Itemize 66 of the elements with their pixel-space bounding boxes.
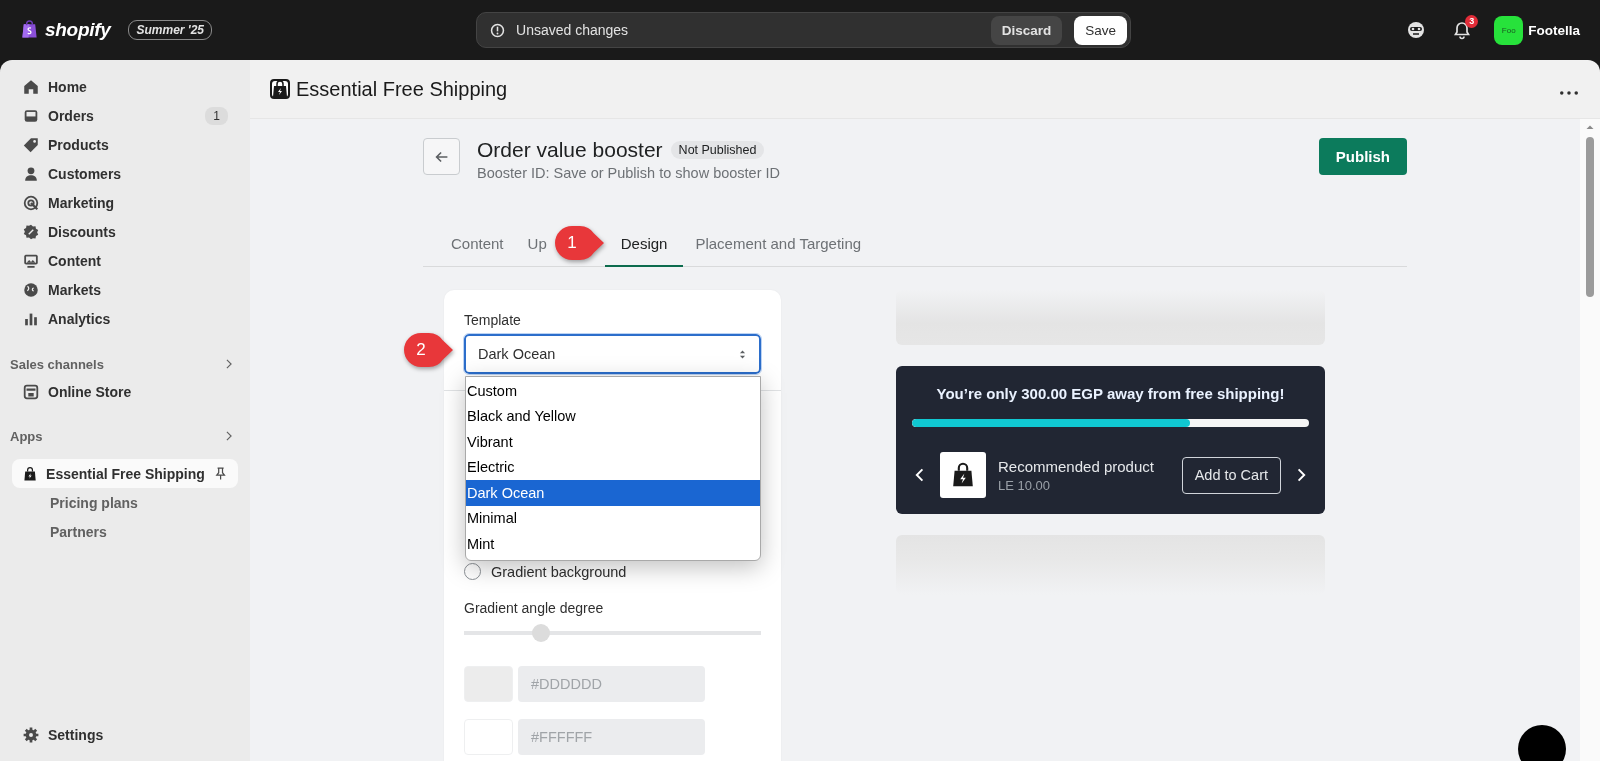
dropdown-option[interactable]: Custom — [466, 378, 760, 404]
nav-item[interactable]: Settings — [12, 720, 238, 749]
dropdown-option[interactable]: Mint — [466, 531, 760, 557]
nav-subitem[interactable]: Partners — [12, 517, 238, 546]
nav-item[interactable]: Discounts — [12, 217, 238, 246]
shipping-message: You’re only 300.00 EGP away from free shipping! — [935, 385, 1286, 402]
page-title: Order value booster — [477, 138, 663, 162]
product-price: LE 10.00 — [998, 477, 1052, 493]
save-button[interactable]: Save — [1074, 15, 1128, 45]
dropdown-option[interactable]: Black and Yellow — [466, 403, 760, 429]
tab[interactable]: Design — [604, 235, 684, 267]
nav-item[interactable]: Analytics — [12, 304, 238, 333]
target-icon — [22, 193, 40, 212]
field-label: Gradient angle degree — [464, 600, 605, 616]
discard-button[interactable]: Discard — [990, 15, 1063, 45]
nav-item[interactable]: Content — [12, 246, 238, 275]
slider-thumb[interactable] — [532, 624, 551, 642]
back-button[interactable] — [423, 138, 460, 175]
notification-count: 3 — [1465, 15, 1479, 28]
page-subtitle: Booster ID: Save or Publish to show booster ID — [477, 165, 782, 181]
nav-item[interactable]: Online Store — [12, 377, 238, 406]
dropdown-option[interactable]: Electric — [466, 454, 760, 480]
face-icon[interactable] — [1406, 20, 1427, 40]
tab[interactable]: Placement and Targeting — [683, 235, 874, 267]
shopping-bag-icon — [20, 19, 39, 41]
nav-item[interactable]: Orders 1 — [12, 101, 238, 130]
nav-item[interactable]: Essential Free Shipping — [12, 459, 238, 488]
ellipsis-icon — [1560, 90, 1578, 95]
callout-marker: 1 — [553, 224, 605, 262]
section-heading: Apps — [10, 428, 43, 444]
gear-icon — [22, 725, 40, 744]
unsaved-message: Unsaved changes — [516, 22, 630, 38]
person-icon — [22, 164, 40, 183]
count-badge: 1 — [205, 106, 228, 125]
store-avatar[interactable]: Foo — [1494, 15, 1524, 45]
status-badge: Not Published — [670, 141, 765, 159]
dropdown-option[interactable]: Dark Ocean — [466, 480, 760, 506]
section-heading: Sales channels — [10, 356, 104, 372]
app-icon — [270, 79, 290, 99]
logo-wordmark: shopify — [45, 19, 111, 41]
nav-item[interactable]: Home — [12, 72, 238, 101]
edition-badge: Summer '25 — [128, 20, 213, 40]
alert-icon — [489, 21, 507, 39]
dropdown-option[interactable]: Vibrant — [466, 429, 760, 455]
nav-subitem[interactable]: Pricing plans — [12, 488, 238, 517]
nav-item[interactable]: Customers — [12, 159, 238, 188]
tab[interactable]: Content — [439, 235, 516, 267]
product-name: Recommended product — [998, 457, 1155, 475]
shopping-bag-icon — [22, 464, 39, 483]
tag-icon — [22, 135, 40, 154]
template-select[interactable]: Dark Ocean — [464, 334, 761, 374]
tab[interactable]: Up — [515, 235, 547, 267]
add-to-cart-button[interactable]: Add to Cart — [1181, 456, 1281, 494]
publish-button[interactable]: Publish — [1318, 138, 1407, 175]
scrollbar-thumb[interactable] — [1586, 137, 1594, 297]
storefront-icon — [22, 382, 40, 401]
badge-icon — [22, 222, 40, 241]
app-title: Essential Free Shipping — [296, 77, 509, 101]
field-label: Template — [464, 312, 522, 328]
nav-item[interactable]: Markets — [12, 275, 238, 304]
globe-icon — [22, 280, 40, 299]
nav-item[interactable]: Products — [12, 130, 238, 159]
dropdown-option[interactable]: Minimal — [466, 505, 760, 531]
nav-item[interactable]: Marketing — [12, 188, 238, 217]
store-name[interactable]: Footella — [1528, 22, 1580, 38]
radio-label: Gradient background — [491, 563, 627, 580]
